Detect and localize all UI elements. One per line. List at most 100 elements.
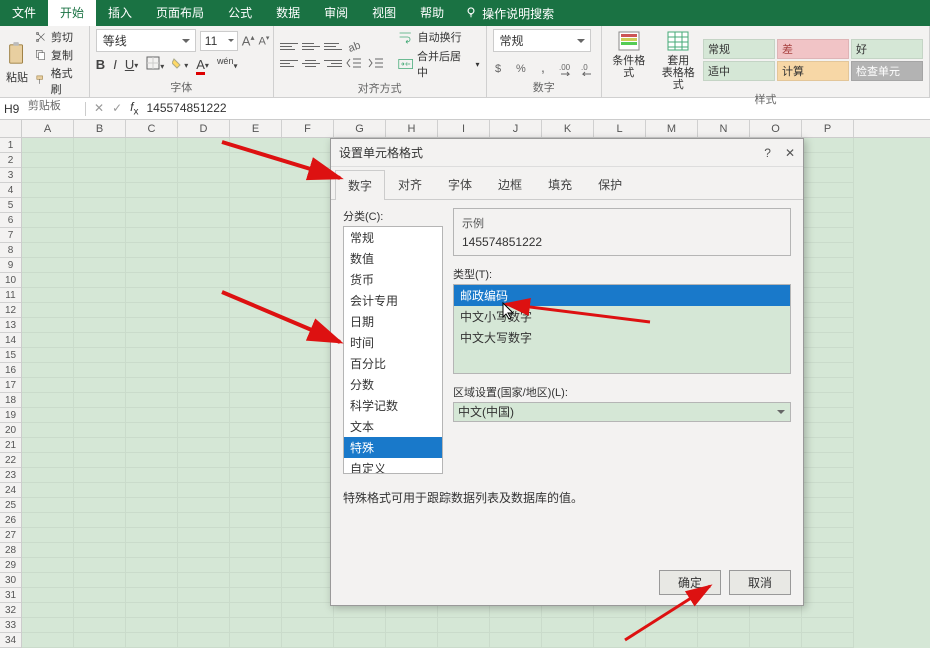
dlg-tab-alignment[interactable]: 对齐	[385, 169, 435, 199]
decrease-font-icon[interactable]: A▾	[258, 34, 269, 48]
tab-view[interactable]: 视图	[360, 0, 408, 26]
col-header-H[interactable]: H	[386, 120, 438, 137]
format-as-table-button[interactable]: 套用 表格格式	[657, 29, 699, 91]
select-all-corner[interactable]	[0, 120, 22, 137]
tab-data[interactable]: 数据	[264, 0, 312, 26]
font-color-button[interactable]: A▾	[196, 57, 209, 72]
row-header[interactable]: 21	[0, 438, 21, 453]
category-item[interactable]: 自定义	[344, 458, 442, 474]
row-header[interactable]: 13	[0, 318, 21, 333]
row-header[interactable]: 25	[0, 498, 21, 513]
dlg-tab-font[interactable]: 字体	[435, 169, 485, 199]
col-header-M[interactable]: M	[646, 120, 698, 137]
font-name-select[interactable]: 等线	[96, 29, 196, 52]
increase-indent[interactable]	[368, 56, 386, 70]
ok-button[interactable]: 确定	[659, 570, 721, 595]
row-header[interactable]: 34	[0, 633, 21, 648]
row-header[interactable]: 9	[0, 258, 21, 273]
col-header-C[interactable]: C	[126, 120, 178, 137]
row-header[interactable]: 6	[0, 213, 21, 228]
increase-decimal-icon[interactable]: .00	[559, 60, 575, 76]
style-calculation[interactable]: 计算	[777, 61, 849, 81]
category-item[interactable]: 日期	[344, 311, 442, 332]
row-header[interactable]: 28	[0, 543, 21, 558]
locale-select[interactable]: 中文(中国)	[453, 402, 791, 422]
merge-center-button[interactable]: 合并后居中▾	[398, 48, 480, 80]
style-neutral[interactable]: 适中	[703, 61, 775, 81]
cell-styles-gallery[interactable]: 常规 差 好 适中 计算 检查单元	[703, 39, 923, 81]
category-list[interactable]: 常规数值货币会计专用日期时间百分比分数科学记数文本特殊自定义	[343, 226, 443, 474]
category-item[interactable]: 货币	[344, 269, 442, 290]
accounting-format-icon[interactable]: $	[493, 60, 509, 76]
tab-review[interactable]: 审阅	[312, 0, 360, 26]
category-item[interactable]: 百分比	[344, 353, 442, 374]
row-header[interactable]: 2	[0, 153, 21, 168]
align-right[interactable]	[324, 56, 342, 70]
paste-button[interactable]: 粘贴	[6, 41, 28, 85]
row-header[interactable]: 17	[0, 378, 21, 393]
decrease-decimal-icon[interactable]: .0	[581, 60, 597, 76]
col-header-E[interactable]: E	[230, 120, 282, 137]
row-header[interactable]: 11	[0, 288, 21, 303]
font-size-select[interactable]: 11	[200, 31, 238, 51]
tab-help[interactable]: 帮助	[408, 0, 456, 26]
tab-file[interactable]: 文件	[0, 0, 48, 26]
col-header-K[interactable]: K	[542, 120, 594, 137]
increase-font-icon[interactable]: A▴	[242, 33, 255, 48]
cut-button[interactable]: 剪切	[34, 29, 83, 45]
style-good[interactable]: 好	[851, 39, 923, 59]
row-header[interactable]: 20	[0, 423, 21, 438]
category-item[interactable]: 常规	[344, 227, 442, 248]
col-header-L[interactable]: L	[594, 120, 646, 137]
cancel-button[interactable]: 取消	[729, 570, 791, 595]
row-header[interactable]: 31	[0, 588, 21, 603]
style-normal[interactable]: 常规	[703, 39, 775, 59]
col-header-N[interactable]: N	[698, 120, 750, 137]
conditional-format-button[interactable]: 条件格式	[608, 29, 650, 91]
dlg-tab-border[interactable]: 边框	[485, 169, 535, 199]
row-header[interactable]: 5	[0, 198, 21, 213]
row-header[interactable]: 12	[0, 303, 21, 318]
row-header[interactable]: 8	[0, 243, 21, 258]
style-bad[interactable]: 差	[777, 39, 849, 59]
align-middle[interactable]	[302, 39, 320, 53]
tell-me[interactable]: 操作说明搜索	[464, 0, 554, 26]
close-icon[interactable]: ✕	[785, 146, 795, 160]
tab-pagelayout[interactable]: 页面布局	[144, 0, 216, 26]
row-header[interactable]: 29	[0, 558, 21, 573]
wrap-text-button[interactable]: 自动换行	[398, 29, 480, 45]
row-header[interactable]: 7	[0, 228, 21, 243]
dlg-tab-number[interactable]: 数字	[335, 170, 385, 200]
row-header[interactable]: 14	[0, 333, 21, 348]
name-box[interactable]: H9	[0, 102, 86, 116]
row-header[interactable]: 19	[0, 408, 21, 423]
fill-color-button[interactable]: ▾	[172, 57, 188, 72]
bold-button[interactable]: B	[96, 57, 105, 72]
col-header-F[interactable]: F	[282, 120, 334, 137]
row-header[interactable]: 3	[0, 168, 21, 183]
row-header[interactable]: 27	[0, 528, 21, 543]
category-item[interactable]: 分数	[344, 374, 442, 395]
style-check-cell[interactable]: 检查单元	[851, 61, 923, 81]
row-header[interactable]: 24	[0, 483, 21, 498]
col-header-D[interactable]: D	[178, 120, 230, 137]
row-header[interactable]: 15	[0, 348, 21, 363]
borders-button[interactable]: ▾	[146, 56, 164, 73]
category-item[interactable]: 时间	[344, 332, 442, 353]
formula-bar[interactable]: 145574851222	[146, 101, 226, 115]
underline-button[interactable]: U▾	[125, 57, 138, 72]
tab-home[interactable]: 开始	[48, 0, 96, 26]
row-header[interactable]: 32	[0, 603, 21, 618]
type-item[interactable]: 中文大写数字	[454, 327, 790, 348]
row-header[interactable]: 33	[0, 618, 21, 633]
align-left[interactable]	[280, 56, 298, 70]
row-header[interactable]: 22	[0, 453, 21, 468]
category-item[interactable]: 会计专用	[344, 290, 442, 311]
number-format-select[interactable]: 常规	[493, 29, 591, 52]
row-header[interactable]: 18	[0, 393, 21, 408]
copy-button[interactable]: 复制	[34, 47, 83, 63]
col-header-P[interactable]: P	[802, 120, 854, 137]
row-header[interactable]: 26	[0, 513, 21, 528]
decrease-indent[interactable]	[346, 56, 364, 70]
type-list[interactable]: 邮政编码中文小写数字中文大写数字	[453, 284, 791, 374]
